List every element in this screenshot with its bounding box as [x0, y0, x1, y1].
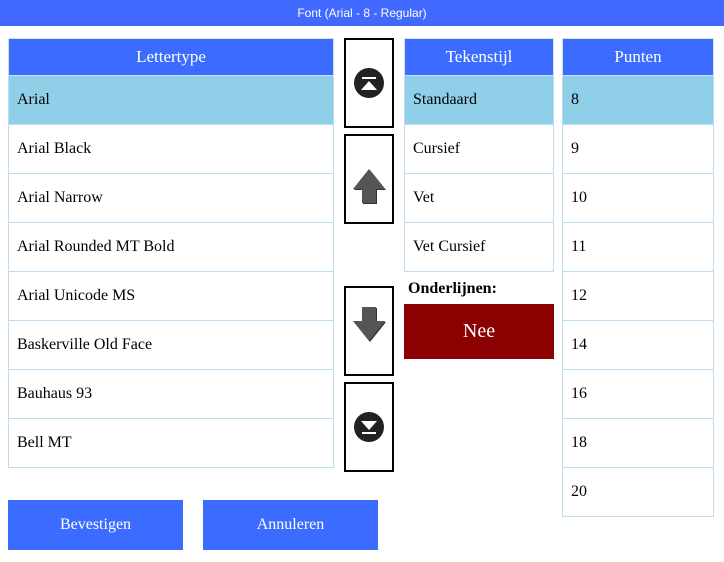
- font-item-label: Baskerville Old Face: [17, 336, 152, 354]
- scroll-up-button[interactable]: [344, 134, 394, 224]
- font-item[interactable]: Arial: [9, 76, 333, 125]
- font-item[interactable]: Arial Narrow: [9, 174, 333, 223]
- scroll-bottom-icon: [354, 412, 384, 442]
- style-item[interactable]: Standaard: [405, 76, 553, 125]
- size-item[interactable]: 9: [563, 125, 713, 174]
- font-item-label: Arial Unicode MS: [17, 287, 135, 305]
- size-item[interactable]: 12: [563, 272, 713, 321]
- style-item-label: Vet Cursief: [413, 238, 485, 256]
- style-header: Tekenstijl: [404, 38, 554, 76]
- font-item[interactable]: Arial Rounded MT Bold: [9, 223, 333, 272]
- size-item-label: 12: [571, 287, 587, 305]
- scroll-bottom-button[interactable]: [344, 382, 394, 472]
- font-header: Lettertype: [8, 38, 334, 76]
- size-header: Punten: [562, 38, 714, 76]
- size-item[interactable]: 8: [563, 76, 713, 125]
- window-title: Font (Arial - 8 - Regular): [297, 6, 426, 20]
- font-item[interactable]: Arial Black: [9, 125, 333, 174]
- size-item-label: 10: [571, 189, 587, 207]
- size-item-label: 9: [571, 140, 579, 158]
- scroll-top-button[interactable]: [344, 38, 394, 128]
- underline-toggle[interactable]: Nee: [404, 304, 554, 359]
- size-item-label: 8: [571, 91, 579, 109]
- size-item[interactable]: 11: [563, 223, 713, 272]
- cancel-button[interactable]: Annuleren: [203, 500, 378, 550]
- font-item-label: Arial Black: [17, 140, 91, 158]
- size-item[interactable]: 20: [563, 468, 713, 517]
- font-item[interactable]: Bauhaus 93: [9, 370, 333, 419]
- underline-label: Onderlijnen:: [404, 272, 554, 304]
- size-item-label: 18: [571, 434, 587, 452]
- style-item[interactable]: Vet: [405, 174, 553, 223]
- size-item-label: 11: [571, 238, 586, 256]
- size-item[interactable]: 16: [563, 370, 713, 419]
- scroll-down-button[interactable]: [344, 286, 394, 376]
- size-item-label: 14: [571, 336, 587, 354]
- style-list: Standaard Cursief Vet Vet Cursief: [404, 76, 554, 272]
- title-bar: Font (Arial - 8 - Regular): [0, 0, 724, 26]
- style-item[interactable]: Cursief: [405, 125, 553, 174]
- font-item[interactable]: Baskerville Old Face: [9, 321, 333, 370]
- style-item-label: Standaard: [413, 91, 477, 109]
- font-column: Lettertype Arial Arial Black Arial Narro…: [8, 38, 334, 517]
- style-item-label: Cursief: [413, 140, 460, 158]
- size-column: Punten 8 9 10 11 12 14 16 18 20: [562, 38, 714, 517]
- size-list: 8 9 10 11 12 14 16 18 20: [562, 76, 714, 517]
- style-item[interactable]: Vet Cursief: [405, 223, 553, 272]
- size-item[interactable]: 14: [563, 321, 713, 370]
- confirm-button[interactable]: Bevestigen: [8, 500, 183, 550]
- font-item-label: Bell MT: [17, 434, 72, 452]
- font-item[interactable]: Bell MT: [9, 419, 333, 468]
- underline-value: Nee: [463, 320, 495, 342]
- font-item-label: Arial Rounded MT Bold: [17, 238, 174, 256]
- arrow-down-icon: [353, 321, 385, 341]
- font-list: Arial Arial Black Arial Narrow Arial Rou…: [8, 76, 334, 468]
- main-area: Lettertype Arial Arial Black Arial Narro…: [0, 26, 724, 517]
- size-item[interactable]: 18: [563, 419, 713, 468]
- scroll-top-icon: [354, 68, 384, 98]
- font-item[interactable]: Arial Unicode MS: [9, 272, 333, 321]
- font-item-label: Arial Narrow: [17, 189, 103, 207]
- nav-column: [342, 38, 396, 517]
- font-item-label: Arial: [17, 91, 50, 109]
- size-item-label: 20: [571, 483, 587, 501]
- footer: Bevestigen Annuleren: [8, 500, 378, 550]
- size-item[interactable]: 10: [563, 174, 713, 223]
- font-item-label: Bauhaus 93: [17, 385, 92, 403]
- style-item-label: Vet: [413, 189, 434, 207]
- style-column: Tekenstijl Standaard Cursief Vet Vet Cur…: [404, 38, 554, 517]
- arrow-up-icon: [353, 169, 385, 189]
- size-item-label: 16: [571, 385, 587, 403]
